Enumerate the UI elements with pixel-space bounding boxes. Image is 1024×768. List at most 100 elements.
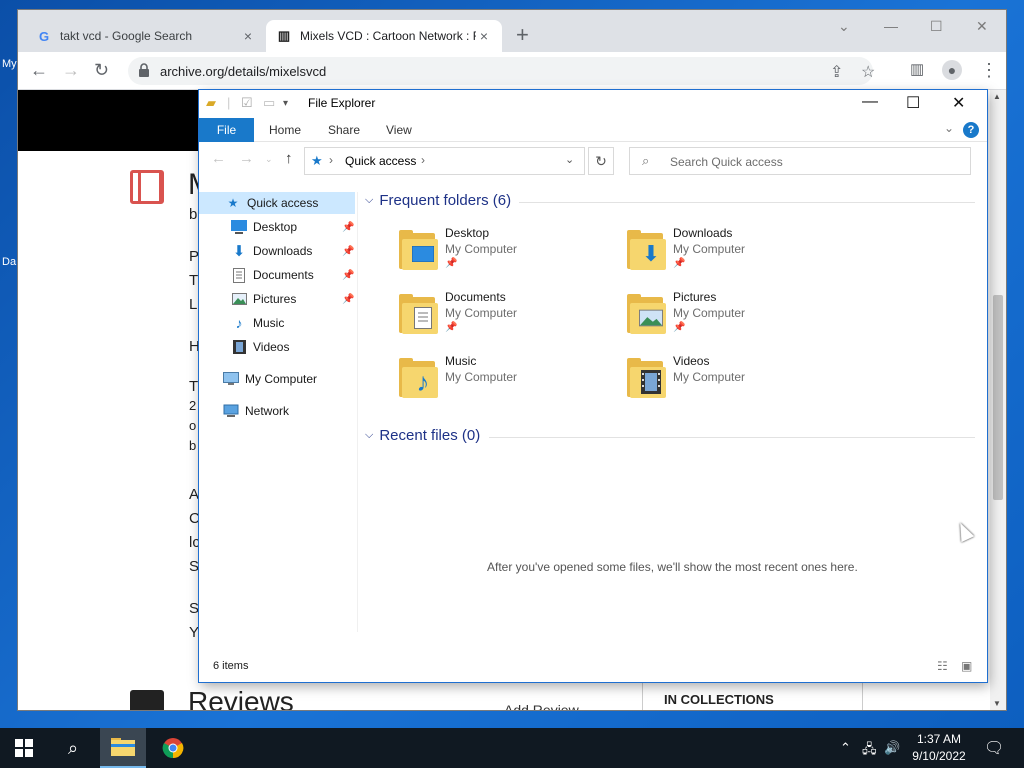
address-bar[interactable]: archive.org/details/mixelsvcd ⇪ ☆ xyxy=(128,57,875,85)
folder-music[interactable]: ♪ Music My Computer xyxy=(399,354,619,414)
chevron-down-icon[interactable]: ⌵ xyxy=(365,194,373,207)
chevron-right-icon[interactable]: › xyxy=(329,153,333,167)
folder-videos[interactable]: Videos My Computer xyxy=(627,354,847,414)
profile-icon[interactable]: ● xyxy=(942,60,962,80)
maximize-icon[interactable]: ☐ xyxy=(930,18,943,35)
close-tab-icon[interactable]: × xyxy=(476,28,492,44)
bookmark-star-icon[interactable]: ☆ xyxy=(861,62,875,82)
nav-item-pictures[interactable]: Pictures 📌 xyxy=(199,288,355,310)
side-panel-icon[interactable]: ▥ xyxy=(910,60,924,80)
search-icon: ⌕ xyxy=(642,153,650,168)
reviews-icon xyxy=(130,690,164,710)
tab-home[interactable]: Home xyxy=(269,118,301,142)
notifications-icon[interactable]: 🗨 xyxy=(984,738,1004,758)
menu-icon[interactable]: ⋮ xyxy=(980,60,998,80)
folder-icon xyxy=(399,230,439,270)
folder-pictures[interactable]: Pictures My Computer 📌 xyxy=(627,290,847,350)
refresh-icon[interactable]: ↻ xyxy=(588,147,614,175)
chevron-right-icon[interactable]: › xyxy=(421,153,425,167)
folder-location: My Computer xyxy=(445,242,518,256)
new-tab-button[interactable]: + xyxy=(516,24,529,46)
tab-share[interactable]: Share xyxy=(328,118,360,142)
volume-icon[interactable]: 🔊 xyxy=(884,740,900,756)
chevron-down-icon[interactable]: ⌄ xyxy=(565,153,574,166)
pin-icon: 📌 xyxy=(673,322,686,333)
new-folder-icon[interactable]: ▭ xyxy=(263,95,275,111)
chevron-down-icon[interactable]: ⌵ xyxy=(365,429,373,442)
help-icon[interactable]: ? xyxy=(963,122,979,138)
text-fragment: b xyxy=(189,438,197,453)
recent-locations-icon[interactable]: ⌄ xyxy=(265,154,273,165)
folder-location: My Computer xyxy=(673,242,746,256)
desktop-label-fragment[interactable]: My xyxy=(2,58,17,70)
folder-documents[interactable]: Documents My Computer 📌 xyxy=(399,290,619,350)
forward-icon[interactable]: → xyxy=(62,60,80,80)
scroll-up-icon[interactable]: ▲ xyxy=(993,92,1001,101)
nav-item-downloads[interactable]: ⬇ Downloads 📌 xyxy=(199,240,355,262)
large-icons-view-icon[interactable]: ▣ xyxy=(961,659,972,673)
pictures-icon xyxy=(639,307,663,329)
close-window-icon[interactable]: ✕ xyxy=(976,18,988,35)
tab-file[interactable]: File xyxy=(199,118,254,142)
forward-icon[interactable]: → xyxy=(239,150,254,167)
group-title: Frequent folders (6) xyxy=(379,192,512,209)
text-fragment: A xyxy=(189,486,200,503)
network-icon[interactable]: 🖧 xyxy=(862,740,877,762)
properties-icon[interactable]: ☑ xyxy=(241,95,253,111)
tab-mixels-vcd[interactable]: ▥ Mixels VCD : Cartoon Network : F × xyxy=(266,20,502,52)
back-icon[interactable]: ← xyxy=(30,60,48,80)
desktop-label-fragment[interactable]: Da xyxy=(2,256,16,268)
folder-downloads[interactable]: ⬇ Downloads My Computer 📌 xyxy=(627,226,847,286)
explorer-title-bar[interactable]: ▰ | ☑ ▭ ▾ File Explorer — ☐ ✕ xyxy=(199,90,987,118)
status-bar: 6 items ☷ ▣ xyxy=(199,656,987,678)
expand-ribbon-icon[interactable]: ⌄ xyxy=(944,121,954,135)
customize-toolbar-icon[interactable]: ▾ xyxy=(283,98,288,109)
clock[interactable]: 1:37 AM 9/10/2022 xyxy=(906,731,972,765)
pin-icon: 📌 xyxy=(673,258,686,269)
minimize-icon[interactable]: — xyxy=(862,93,878,111)
back-icon[interactable]: ← xyxy=(211,150,226,167)
divider xyxy=(519,202,975,203)
search-icon[interactable]: ⌕ xyxy=(50,728,96,768)
nav-item-music[interactable]: ♪ Music xyxy=(199,312,355,334)
share-icon[interactable]: ⇪ xyxy=(830,62,843,82)
scrollbar-thumb[interactable] xyxy=(993,295,1003,500)
search-box[interactable]: ⌕ Search Quick access xyxy=(629,147,971,175)
nav-item-quick-access[interactable]: ★ Quick access xyxy=(199,192,355,214)
tab-search-icon[interactable]: ⌄ xyxy=(838,18,850,35)
tab-view[interactable]: View xyxy=(386,118,412,142)
address-bar[interactable]: ★ › Quick access › ⌄ xyxy=(304,147,585,175)
maximize-icon[interactable]: ☐ xyxy=(906,93,920,113)
nav-item-videos[interactable]: Videos xyxy=(199,336,355,358)
nav-item-desktop[interactable]: Desktop 📌 xyxy=(199,216,355,238)
details-view-icon[interactable]: ☷ xyxy=(937,659,948,673)
tab-google-search[interactable]: G takt vcd - Google Search × xyxy=(26,20,266,52)
frequent-folders-header[interactable]: ⌵ Frequent folders (6) xyxy=(365,192,511,209)
folder-location: My Computer xyxy=(673,306,746,320)
nav-item-documents[interactable]: Documents 📌 xyxy=(199,264,355,286)
close-tab-icon[interactable]: × xyxy=(240,28,256,44)
pane-divider[interactable] xyxy=(357,192,358,632)
reload-icon[interactable]: ↻ xyxy=(94,60,109,80)
start-button[interactable] xyxy=(0,728,48,768)
page-scrollbar[interactable]: ▲ ▼ xyxy=(990,90,1006,710)
up-icon[interactable]: ↑ xyxy=(285,150,293,167)
clock-time: 1:37 AM xyxy=(916,732,962,746)
taskbar-file-explorer[interactable] xyxy=(100,728,146,768)
nav-item-my-computer[interactable]: My Computer xyxy=(199,368,355,390)
browser-toolbar: ← → ↻ archive.org/details/mixelsvcd ⇪ ☆ … xyxy=(18,52,1006,90)
minimize-icon[interactable]: — xyxy=(884,18,898,34)
show-hidden-icons-icon[interactable]: ⌃ xyxy=(840,740,851,756)
nav-item-network[interactable]: Network xyxy=(199,400,355,422)
taskbar: ⌕ ⌃ 🖧 🔊 1:37 AM 9/10/2022 🗨 xyxy=(0,728,1024,768)
address-location[interactable]: Quick access xyxy=(345,154,416,168)
taskbar-chrome[interactable] xyxy=(150,728,196,768)
folder-desktop[interactable]: Desktop My Computer 📌 xyxy=(399,226,619,286)
scroll-down-icon[interactable]: ▼ xyxy=(993,699,1001,708)
close-icon[interactable]: ✕ xyxy=(952,93,965,113)
music-icon: ♪ xyxy=(235,315,243,331)
desktop-icon xyxy=(231,219,247,235)
add-review-button[interactable]: Add Review xyxy=(504,702,579,710)
pin-icon: 📌 xyxy=(342,221,355,233)
recent-files-header[interactable]: ⌵ Recent files (0) xyxy=(365,427,480,444)
